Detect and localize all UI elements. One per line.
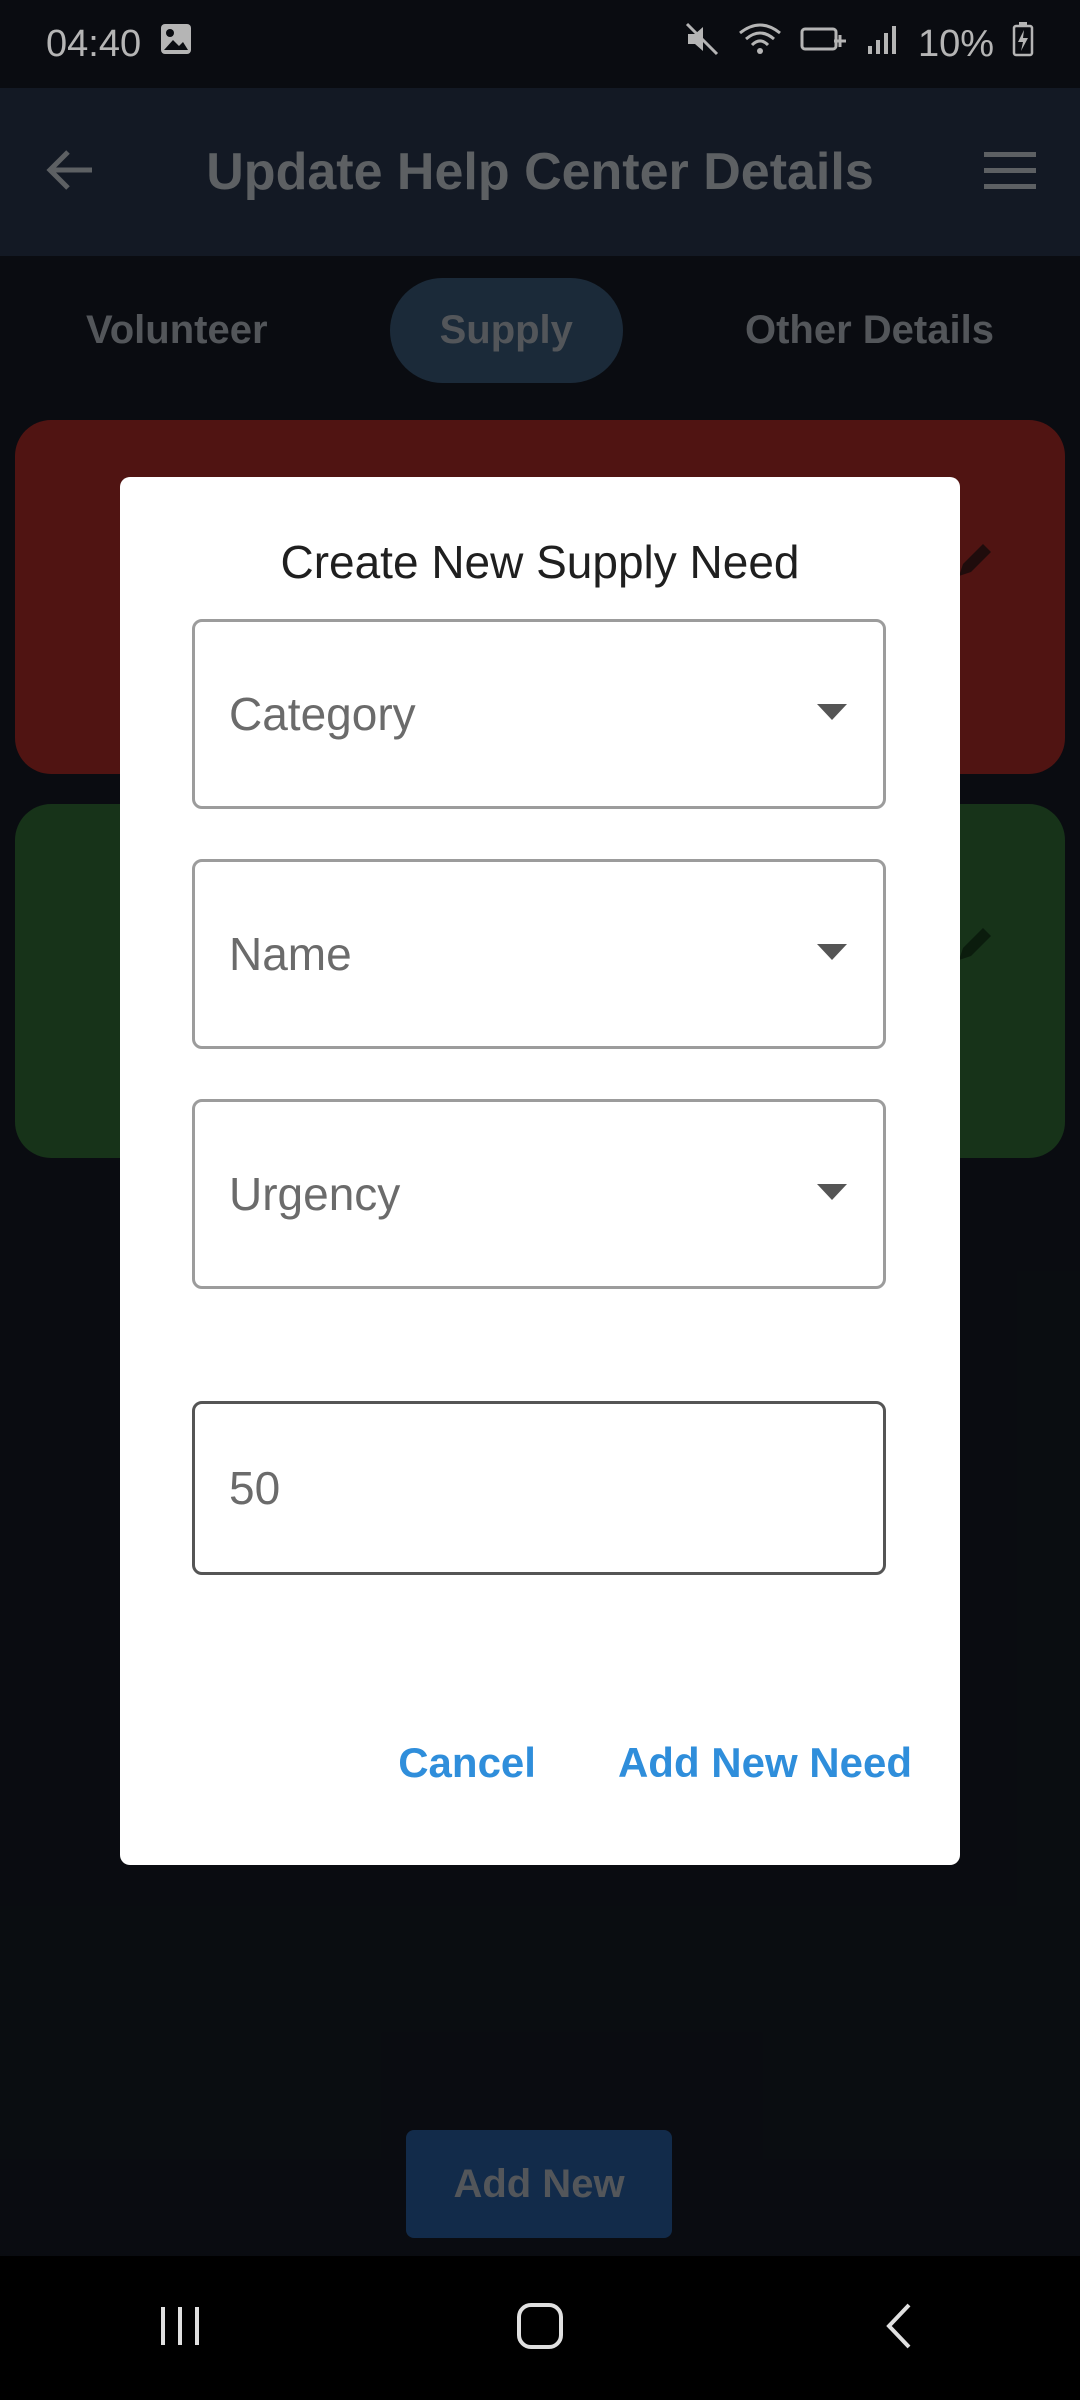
back-icon[interactable] xyxy=(875,2301,925,2356)
quantity-input[interactable]: 50 xyxy=(192,1401,886,1575)
quantity-value: 50 xyxy=(229,1462,281,1514)
home-icon[interactable] xyxy=(515,2301,565,2356)
create-supply-need-dialog: Create New Supply Need Category Name Urg… xyxy=(120,477,960,1865)
dropdown-arrow-icon xyxy=(815,702,849,727)
name-dropdown[interactable]: Name xyxy=(192,859,886,1049)
system-nav-bar xyxy=(0,2256,1080,2400)
add-new-need-button[interactable]: Add New Need xyxy=(618,1739,912,1787)
recent-apps-icon[interactable] xyxy=(155,2301,205,2356)
category-label: Category xyxy=(229,688,416,740)
cancel-button[interactable]: Cancel xyxy=(398,1739,536,1787)
urgency-label: Urgency xyxy=(229,1168,401,1220)
dialog-title: Create New Supply Need xyxy=(280,536,800,588)
category-dropdown[interactable]: Category xyxy=(192,619,886,809)
urgency-dropdown[interactable]: Urgency xyxy=(192,1099,886,1289)
dropdown-arrow-icon xyxy=(815,942,849,967)
dialog-actions: Cancel Add New Need xyxy=(398,1739,912,1787)
dropdown-arrow-icon xyxy=(815,1182,849,1207)
name-label: Name xyxy=(229,928,352,980)
